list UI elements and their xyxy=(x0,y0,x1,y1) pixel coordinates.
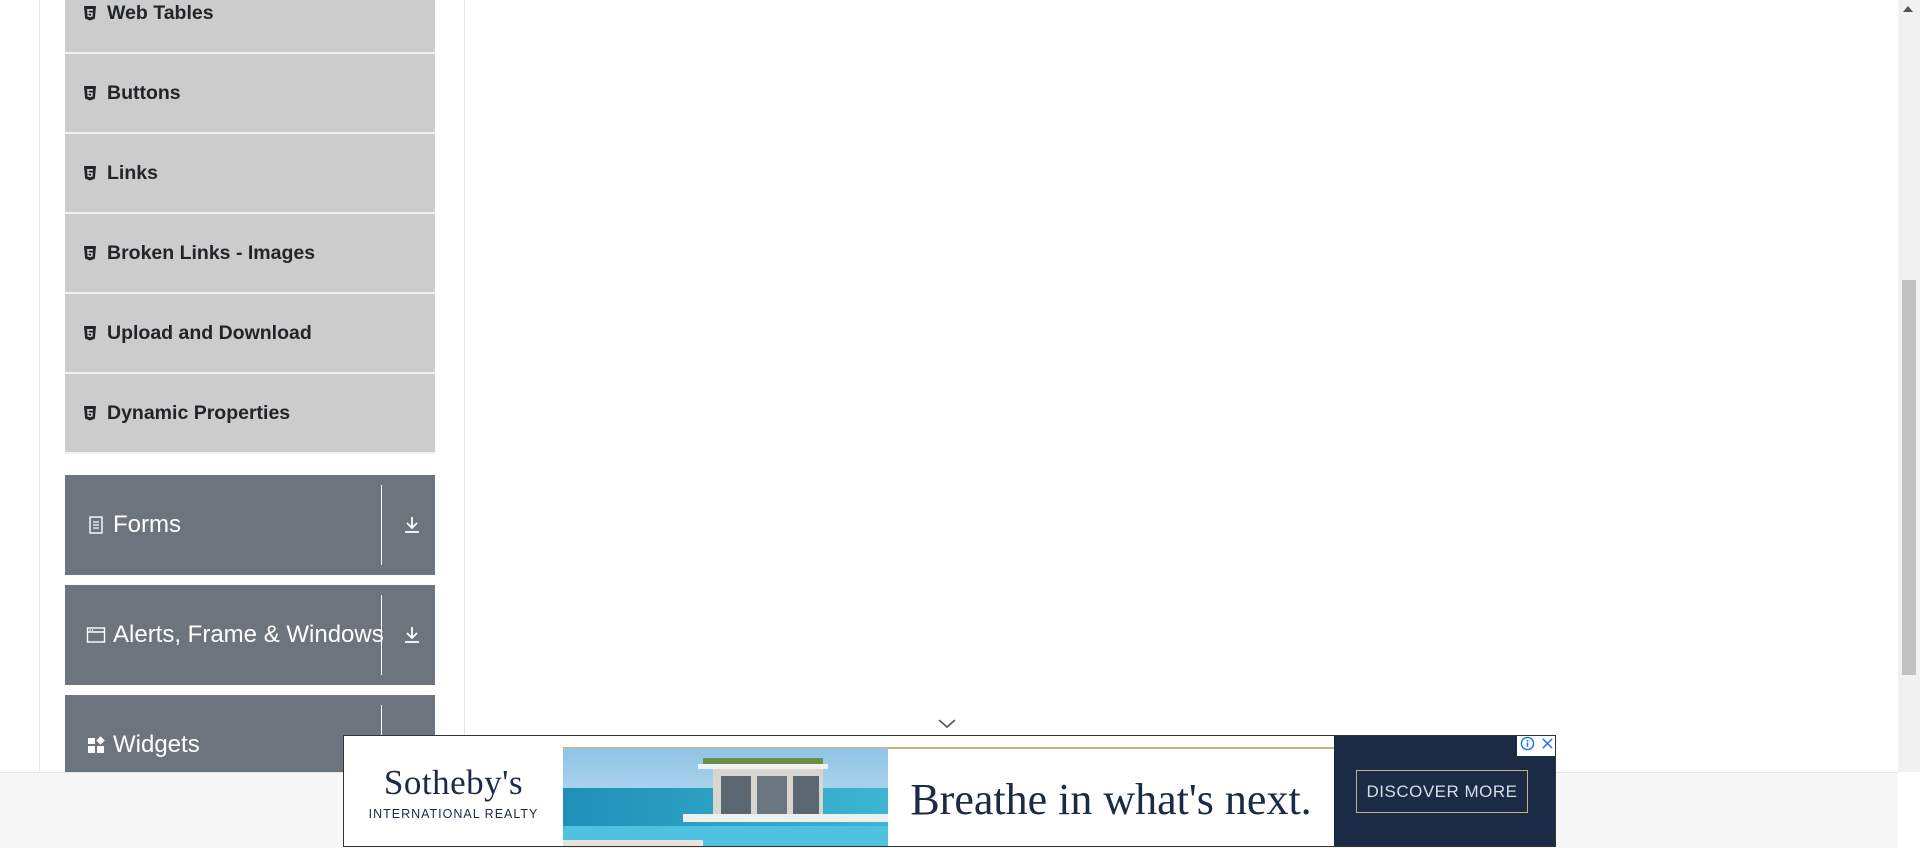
html5-icon xyxy=(83,165,97,182)
expand-download-icon[interactable] xyxy=(401,624,423,646)
elements-submenu: Web Tables Buttons Links Broken Links - … xyxy=(65,0,435,454)
scrollbar-thumb[interactable] xyxy=(1902,280,1916,675)
advertisement-banner[interactable]: Sotheby's INTERNATIONAL REALTY Breathe i… xyxy=(343,735,1556,847)
menu-item-label: Upload and Download xyxy=(107,321,312,344)
discover-more-button[interactable]: DISCOVER MORE xyxy=(1356,770,1528,813)
menu-item-upload-download[interactable]: Upload and Download xyxy=(65,294,435,374)
menu-item-dynamic-properties[interactable]: Dynamic Properties xyxy=(65,374,435,454)
divider xyxy=(381,485,382,565)
group-header-forms[interactable]: Forms xyxy=(65,475,435,575)
html5-icon xyxy=(83,325,97,342)
scroll-up-arrow-icon[interactable] xyxy=(1903,6,1913,12)
menu-item-label: Links xyxy=(107,161,158,184)
ad-info-icon[interactable] xyxy=(1520,736,1535,756)
group-label: Forms xyxy=(113,511,181,538)
ad-brand-subtitle: INTERNATIONAL REALTY xyxy=(368,807,539,821)
ad-collapse-chevron-icon[interactable] xyxy=(936,716,958,730)
ad-tagline: Breathe in what's next. xyxy=(910,774,1312,824)
menu-item-label: Broken Links - Images xyxy=(107,241,316,264)
ad-choices[interactable] xyxy=(1517,736,1555,756)
widgets-icon xyxy=(86,735,106,755)
menu-item-buttons[interactable]: Buttons xyxy=(65,54,435,134)
window-icon xyxy=(86,625,106,645)
html5-icon xyxy=(83,85,97,102)
document-icon xyxy=(86,515,106,535)
group-label: Widgets xyxy=(113,731,200,758)
ad-tagline-box: Breathe in what's next. xyxy=(888,748,1334,846)
expand-download-icon[interactable] xyxy=(401,514,423,536)
vertical-scrollbar[interactable] xyxy=(1898,0,1920,772)
ad-photo xyxy=(563,748,888,846)
html5-icon xyxy=(83,405,97,422)
menu-item-label: Buttons xyxy=(107,81,181,104)
ad-close-icon[interactable] xyxy=(1541,737,1554,755)
menu-item-web-tables[interactable]: Web Tables xyxy=(65,0,435,54)
group-header-alerts-frame-windows[interactable]: Alerts, Frame & Windows xyxy=(65,585,435,685)
menu-item-label: Web Tables xyxy=(107,1,214,24)
ad-logo: Sotheby's INTERNATIONAL REALTY xyxy=(344,736,563,846)
html5-icon xyxy=(83,245,97,262)
menu-item-broken-links[interactable]: Broken Links - Images xyxy=(65,214,435,294)
html5-icon xyxy=(83,5,97,22)
menu-item-links[interactable]: Links xyxy=(65,134,435,214)
menu-item-label: Dynamic Properties xyxy=(107,401,291,424)
group-label: Alerts, Frame & Windows xyxy=(113,621,384,648)
ad-brand-name: Sotheby's xyxy=(383,763,524,802)
divider xyxy=(381,595,382,675)
